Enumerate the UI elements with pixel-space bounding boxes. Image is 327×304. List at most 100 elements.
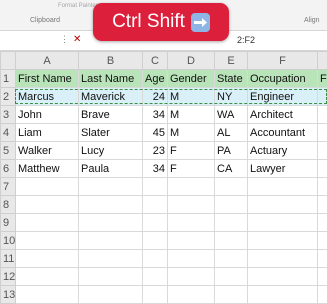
- cell-empty[interactable]: [248, 250, 318, 268]
- cell-c2[interactable]: 24: [143, 88, 168, 106]
- cell-empty[interactable]: [215, 196, 248, 214]
- cell-e4[interactable]: AL: [215, 124, 248, 142]
- cell-empty[interactable]: [248, 214, 318, 232]
- cell-empty[interactable]: [143, 268, 168, 286]
- cell-empty[interactable]: [318, 214, 327, 232]
- cell-empty[interactable]: [168, 178, 215, 196]
- cell-empty[interactable]: [215, 268, 248, 286]
- cell-a6[interactable]: Matthew: [16, 160, 79, 178]
- cell-empty[interactable]: [143, 250, 168, 268]
- row-header-8[interactable]: 8: [1, 196, 16, 214]
- cell-empty[interactable]: [143, 196, 168, 214]
- cell-empty[interactable]: [16, 250, 79, 268]
- cell-empty[interactable]: [168, 214, 215, 232]
- cell-empty[interactable]: [16, 268, 79, 286]
- column-header-f[interactable]: F: [248, 52, 318, 70]
- cell-f3[interactable]: Architect: [248, 106, 318, 124]
- cell-empty[interactable]: [318, 250, 327, 268]
- row-header-6[interactable]: 6: [1, 160, 16, 178]
- cell-empty[interactable]: [318, 178, 327, 196]
- cell-g2[interactable]: [318, 88, 327, 106]
- cell-c6[interactable]: 34: [143, 160, 168, 178]
- cell-a4[interactable]: Liam: [16, 124, 79, 142]
- cell-b4[interactable]: Slater: [79, 124, 143, 142]
- cell-b5[interactable]: Lucy: [79, 142, 143, 160]
- row-header-2[interactable]: 2: [1, 88, 16, 106]
- formula-text[interactable]: 2:F2: [237, 35, 255, 45]
- cell-c5[interactable]: 23: [143, 142, 168, 160]
- row-header-3[interactable]: 3: [1, 106, 16, 124]
- row-header-7[interactable]: 7: [1, 178, 16, 196]
- cell-f6[interactable]: Lawyer: [248, 160, 318, 178]
- cell-empty[interactable]: [215, 214, 248, 232]
- row-header-13[interactable]: 13: [1, 286, 16, 304]
- cell-empty[interactable]: [16, 232, 79, 250]
- cell-e1[interactable]: State: [215, 70, 248, 88]
- cell-g1[interactable]: F: [318, 70, 327, 88]
- cell-b6[interactable]: Paula: [79, 160, 143, 178]
- cell-empty[interactable]: [248, 196, 318, 214]
- cell-b1[interactable]: Last Name: [79, 70, 143, 88]
- cell-empty[interactable]: [143, 214, 168, 232]
- cell-empty[interactable]: [143, 232, 168, 250]
- cell-empty[interactable]: [318, 286, 327, 304]
- row-header-5[interactable]: 5: [1, 142, 16, 160]
- cell-empty[interactable]: [248, 286, 318, 304]
- cell-f5[interactable]: Actuary: [248, 142, 318, 160]
- cell-e5[interactable]: PA: [215, 142, 248, 160]
- row-header-10[interactable]: 10: [1, 232, 16, 250]
- cell-a3[interactable]: John: [16, 106, 79, 124]
- cell-c3[interactable]: 34: [143, 106, 168, 124]
- cell-f2[interactable]: Engineer: [248, 88, 318, 106]
- cell-g4[interactable]: [318, 124, 327, 142]
- row-header-4[interactable]: 4: [1, 124, 16, 142]
- cell-empty[interactable]: [79, 268, 143, 286]
- cell-empty[interactable]: [16, 196, 79, 214]
- row-header-12[interactable]: 12: [1, 268, 16, 286]
- cell-empty[interactable]: [16, 178, 79, 196]
- cell-d5[interactable]: F: [168, 142, 215, 160]
- cell-empty[interactable]: [79, 178, 143, 196]
- cell-empty[interactable]: [215, 286, 248, 304]
- column-header-c[interactable]: C: [143, 52, 168, 70]
- cell-e6[interactable]: CA: [215, 160, 248, 178]
- row-header-11[interactable]: 11: [1, 250, 16, 268]
- cell-d1[interactable]: Gender: [168, 70, 215, 88]
- cell-e2[interactable]: NY: [215, 88, 248, 106]
- cell-empty[interactable]: [248, 232, 318, 250]
- column-header-e[interactable]: E: [215, 52, 248, 70]
- column-header-a[interactable]: A: [16, 52, 79, 70]
- cell-empty[interactable]: [79, 286, 143, 304]
- cell-empty[interactable]: [168, 286, 215, 304]
- cell-empty[interactable]: [248, 178, 318, 196]
- cell-d6[interactable]: F: [168, 160, 215, 178]
- format-painter-label[interactable]: Format Painter: [58, 3, 98, 9]
- cell-a2[interactable]: Marcus: [16, 88, 79, 106]
- row-header-9[interactable]: 9: [1, 214, 16, 232]
- cell-empty[interactable]: [79, 250, 143, 268]
- cell-g5[interactable]: [318, 142, 327, 160]
- cell-empty[interactable]: [143, 286, 168, 304]
- cell-empty[interactable]: [168, 250, 215, 268]
- cell-empty[interactable]: [318, 232, 327, 250]
- cell-empty[interactable]: [143, 178, 168, 196]
- select-all-corner[interactable]: [1, 52, 16, 70]
- cell-empty[interactable]: [318, 196, 327, 214]
- cell-c1[interactable]: Age: [143, 70, 168, 88]
- cell-empty[interactable]: [215, 178, 248, 196]
- column-header-g[interactable]: [318, 52, 327, 70]
- cell-empty[interactable]: [248, 268, 318, 286]
- cell-empty[interactable]: [16, 214, 79, 232]
- cell-empty[interactable]: [318, 268, 327, 286]
- cell-empty[interactable]: [168, 196, 215, 214]
- cell-empty[interactable]: [79, 214, 143, 232]
- cancel-icon[interactable]: ✕: [73, 34, 81, 45]
- more-icon[interactable]: ⋮: [60, 34, 69, 45]
- cell-empty[interactable]: [16, 286, 79, 304]
- cell-empty[interactable]: [79, 196, 143, 214]
- cell-f1[interactable]: Occupation: [248, 70, 318, 88]
- row-header-1[interactable]: 1: [1, 70, 16, 88]
- cell-d2[interactable]: M: [168, 88, 215, 106]
- cell-g3[interactable]: [318, 106, 327, 124]
- cell-empty[interactable]: [215, 250, 248, 268]
